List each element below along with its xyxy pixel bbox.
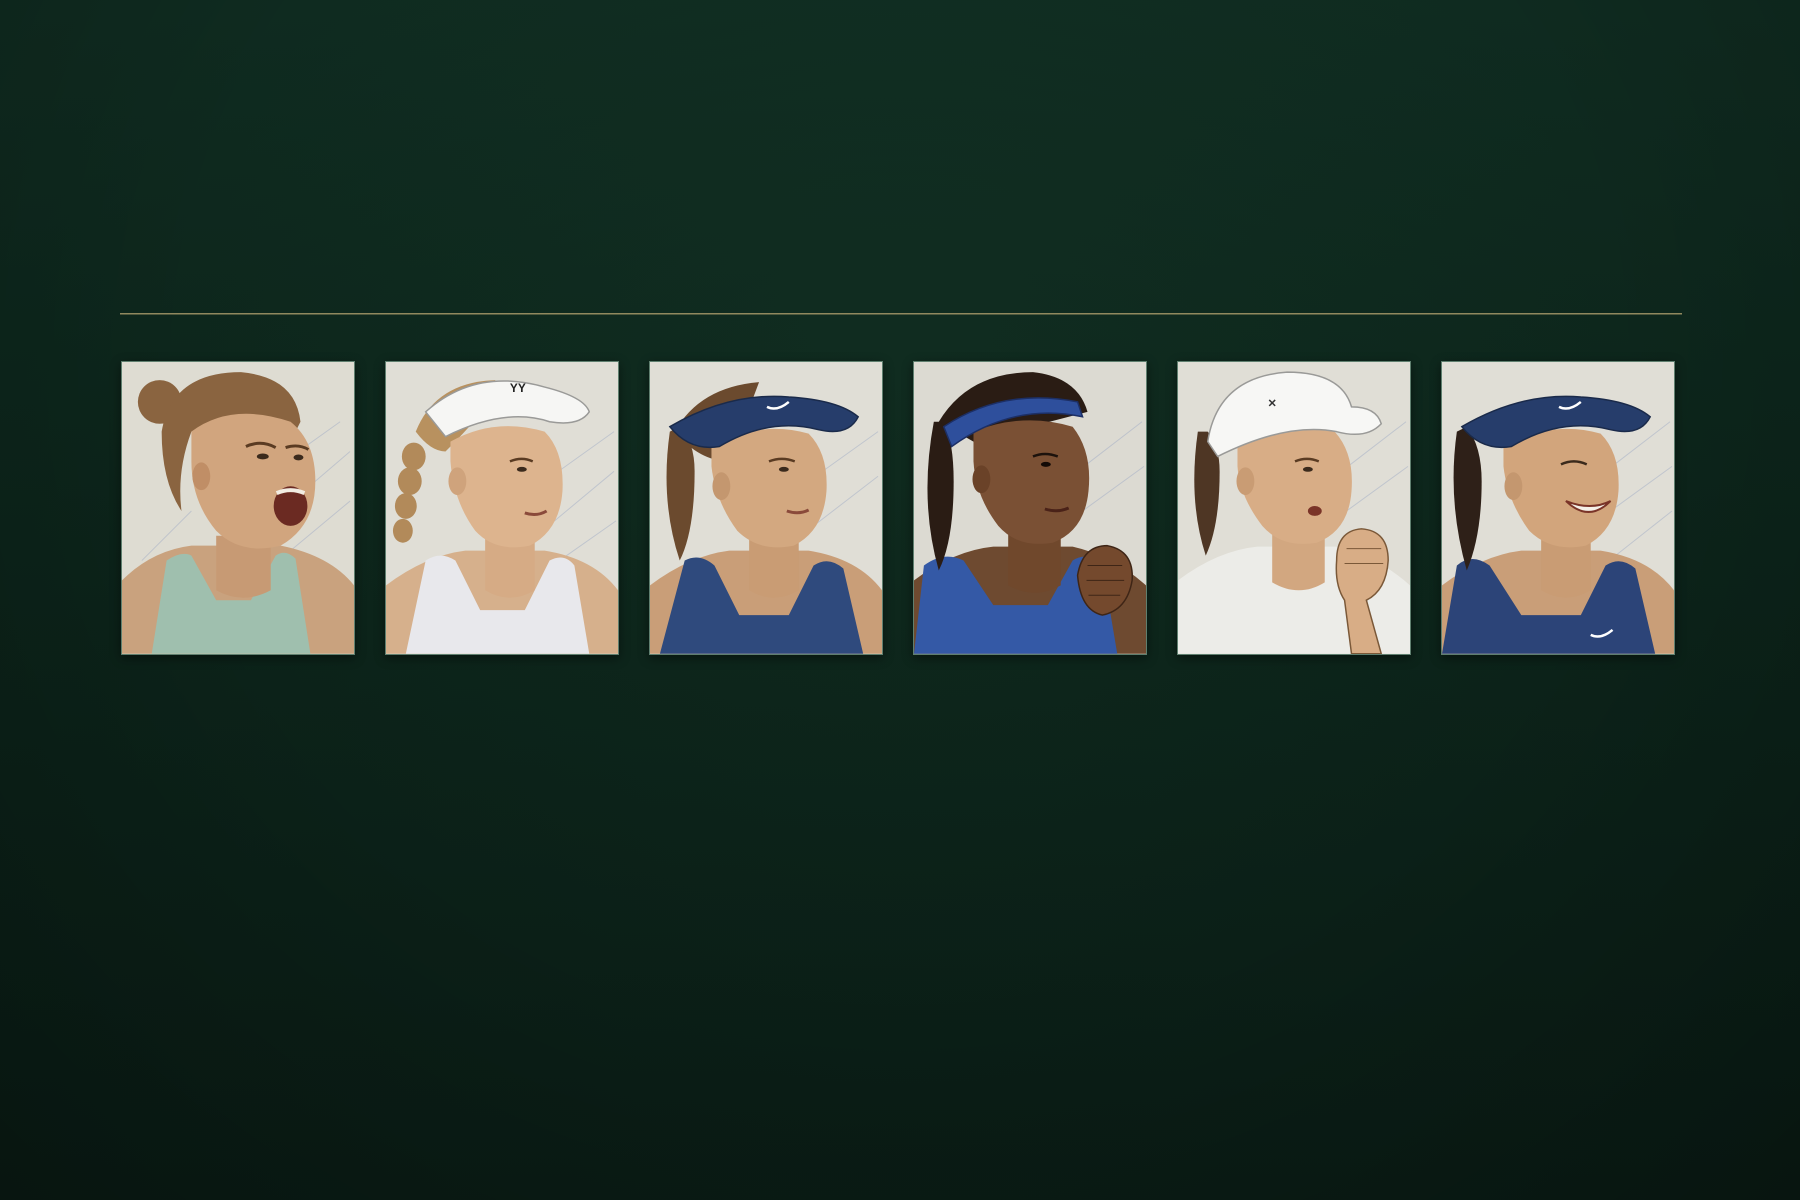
player-portrait-2-icon: YY xyxy=(386,362,618,654)
player-portrait-6-icon xyxy=(1442,362,1674,654)
player-portrait-5-icon xyxy=(1178,362,1410,654)
portrait-card-5[interactable] xyxy=(1177,361,1411,655)
player-portrait-4-icon xyxy=(914,362,1146,654)
portrait-card-3[interactable] xyxy=(649,361,883,655)
portrait-card-6[interactable] xyxy=(1441,361,1675,655)
player-portrait-3-icon xyxy=(650,362,882,654)
portrait-gallery: YY xyxy=(121,361,1677,657)
player-portrait-1-icon xyxy=(122,362,354,654)
svg-text:YY: YY xyxy=(510,381,526,395)
portrait-card-4[interactable] xyxy=(913,361,1147,655)
portrait-card-1[interactable] xyxy=(121,361,355,655)
divider-line xyxy=(120,313,1682,315)
portrait-card-2[interactable]: YY xyxy=(385,361,619,655)
